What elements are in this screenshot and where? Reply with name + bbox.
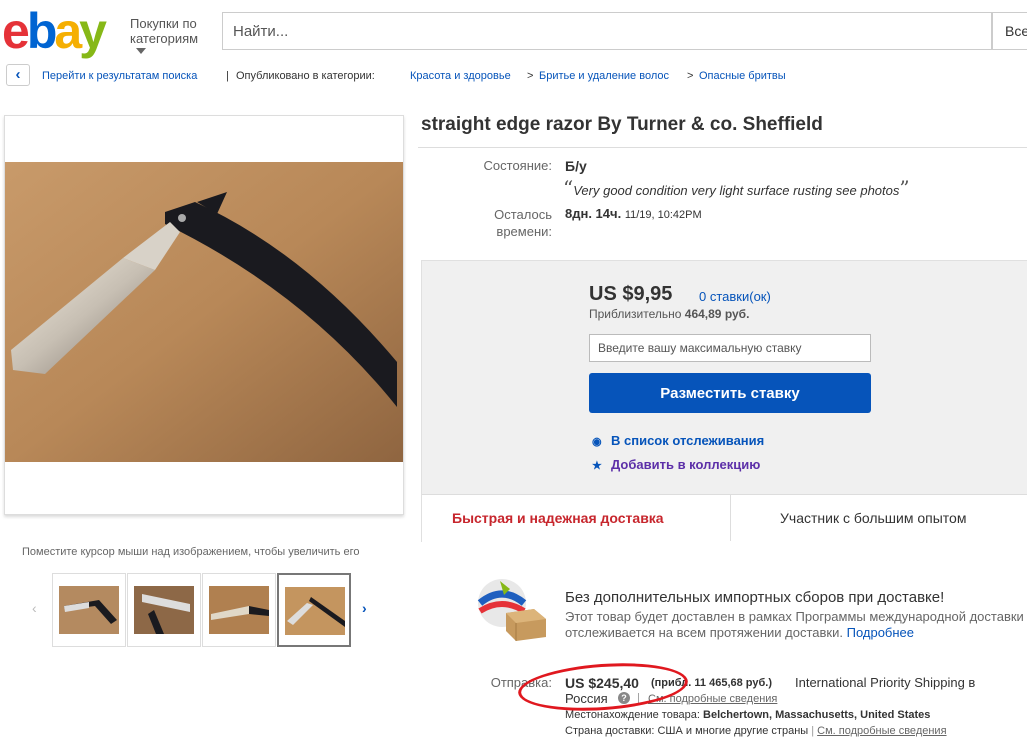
eye-icon: ◉ [592,436,602,448]
condition-label: Состояние: [483,158,552,173]
red-annotation-circle [516,658,690,716]
thumbnail-3[interactable] [202,573,276,647]
breadcrumb-separator: > [527,70,534,82]
category-select[interactable]: Все [992,12,1027,50]
place-bid-button[interactable]: Разместить ставку [589,373,871,413]
ebay-logo[interactable]: ebay [2,6,107,56]
breadcrumb-item-beauty[interactable]: Красота и здоровье [410,70,511,82]
thumbnail-image [285,587,345,635]
chevron-left-icon[interactable]: ‹ [32,600,37,616]
published-in-label: Опубликовано в категории: [236,70,375,82]
current-price: US $9,95 [589,283,673,305]
shop-by-category-button[interactable]: Покупки по категориям [130,16,198,46]
thumbnail-4-selected[interactable] [277,573,351,647]
time-left-value: 8дн. 14ч. 11/19, 10:42PM [565,206,702,221]
thumbnail-image [209,586,269,634]
ships-to-details-link[interactable]: См. подробные сведения [817,725,946,737]
open-quote: “ [563,176,574,200]
item-title: straight edge razor By Turner & co. Shef… [421,114,823,135]
caret-down-icon [136,48,146,54]
breadcrumb-separator: | [226,70,229,82]
global-shipping-icon [477,579,546,641]
chevron-right-icon[interactable]: › [362,600,367,616]
close-quote: ” [899,176,910,200]
condition-value: Б/у [565,158,587,174]
star-icon: ★ [592,460,602,472]
fast-shipping-badge: Быстрая и надежная доставка [452,510,664,526]
approx-price: Приблизительно 464,89 руб. [589,307,750,321]
item-location: Местонахождение товара: Belchertown, Mas… [565,709,931,721]
experienced-seller-badge: Участник с большим опытом [780,510,967,526]
divider [730,494,731,541]
ships-to: Страна доставки: США и многие другие стр… [565,725,947,737]
breadcrumb-item-razors[interactable]: Опасные бритвы [699,70,786,82]
condition-description: “Very good condition very light surface … [563,176,910,200]
breadcrumb-item-shaving[interactable]: Бритье и удаление волос [539,70,669,82]
search-input[interactable] [222,12,992,50]
thumbnail-image [134,586,194,634]
thumbnail-2[interactable] [127,573,201,647]
max-bid-input[interactable] [589,334,871,362]
breadcrumb-separator: > [687,70,694,82]
bid-count-link[interactable]: 0 ставки(ок) [699,289,771,304]
main-product-image[interactable] [5,162,403,462]
global-shipping-text: Этот товар будет доставлен в рамках Прог… [565,609,1027,640]
divider [418,147,1027,148]
shipping-method: International Priority Shipping в [795,675,976,690]
global-shipping-title: Без дополнительных импортных сборов при … [565,589,945,606]
back-arrow-button[interactable]: ‹ [6,64,30,86]
add-to-collection-link[interactable]: ★ Добавить в коллекцию [592,457,760,472]
add-to-watchlist-link[interactable]: ◉ В список отслеживания [592,433,764,448]
learn-more-link[interactable]: Подробнее [847,625,914,640]
thumbnail-image [59,586,119,634]
back-to-results-link[interactable]: Перейти к результатам поиска [42,70,197,82]
zoom-hint: Поместите курсор мыши над изображением, … [22,546,360,558]
time-left-label: Осталось времени: [494,207,552,239]
thumbnail-1[interactable] [52,573,126,647]
end-date: 11/19, 10:42PM [624,209,702,221]
